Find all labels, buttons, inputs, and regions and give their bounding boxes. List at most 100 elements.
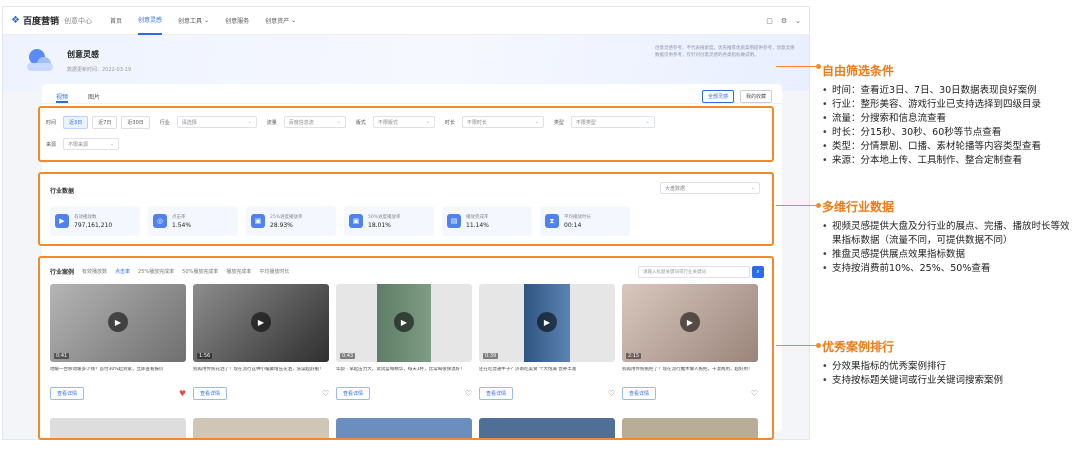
tab-video[interactable]: 视频 [56,92,69,103]
search-icon[interactable]: ⌕ [752,266,764,278]
chevron-down-icon: ⌄ [109,141,115,147]
heart-icon[interactable]: ♡ [465,389,472,398]
nav-inspiration[interactable]: 创意灵感 [138,7,163,35]
video-thumbnail[interactable] [50,418,186,438]
video-thumbnail[interactable]: ▶ 0:43 [336,284,472,362]
video-duration: 0:43 [340,353,356,359]
inspiration-icon [27,45,57,75]
industry-data-title: 行业数据 [50,188,75,195]
all-inspiration-button[interactable]: 全部灵感 [701,90,734,103]
case-caption: 别再用传统拖把了！现在流行魔术懒人拖把，干湿两用，超好用！ [622,367,753,372]
next-row-thumbnails [50,418,758,438]
case-search: 请输入标题关键词或行业关键词 ⌕ [638,266,764,278]
target-icon: ◎ [153,214,167,228]
play-icon[interactable]: ▶ [108,312,128,332]
logo[interactable]: ❖ 百度营销 创意中心 [11,14,92,27]
metric-card: ▣ 50%进度播放率 18.01% [344,206,434,236]
heart-icon[interactable]: ♡ [751,389,758,398]
time-3d-chip[interactable]: 近3日 [63,115,89,129]
sort-25-completion[interactable]: 25%播放完成率 [138,268,174,275]
play-icon[interactable]: ▶ [680,312,700,332]
view-detail-button[interactable]: 查看详情 [193,387,228,400]
sort-valid-plays[interactable]: 有效播放数 [82,268,107,275]
video-duration: 0:41 [54,353,70,359]
sort-avg-duration[interactable]: 平均播放时长 [259,268,289,275]
annotation-item: 支持按标题关键词或行业关键词搜索案例 [822,374,1078,388]
annotation-filters: 自由筛选条件 时间：查看近3日、7日、30日数据表现良好案例 行业：整形美容、游… [822,62,1078,168]
my-favorites-button[interactable]: 我的收藏 [739,90,772,103]
view-detail-button[interactable]: 查看详情 [479,387,514,400]
metric-card: ▶ 有效播放数 797,161,210 [50,206,140,236]
case-card[interactable]: ▶ 0:41 地暖一台移动暖多少钱？首付30%起到家，立即查看报价 查看详情 ♥ [50,284,186,400]
select-value: 大盘数据 [665,185,686,192]
hourglass-icon: ⧗ [545,214,559,228]
video-thumbnail[interactable] [622,418,758,438]
gear-icon[interactable]: ⚙ [781,17,787,25]
heart-icon[interactable]: ♡ [608,389,615,398]
update-date: 数据更新时间：2022-03-19 [67,67,132,73]
video-thumbnail[interactable] [336,418,472,438]
industry-select[interactable]: 请选择 ⌄ [176,116,257,128]
metric-value: 1.54% [172,221,192,229]
style-select[interactable]: 不限版式 ⌄ [372,116,435,128]
case-card[interactable]: ▶ 0:43 年龄 · 早起压力大，试试蓝莓精华，每天1杯，比常喝很保温好！ 查看… [336,284,472,400]
case-card[interactable]: ▶ 0:39 还在吃普通牛子？济南吃美食 个大饱满 营养丰富 查看详情 ♡ [479,284,615,400]
chevron-down-icon: ⌄ [336,119,341,125]
tab-image[interactable]: 图片 [88,92,100,103]
type-label: 类型 [553,119,564,126]
heart-icon[interactable]: ♥ [179,389,186,398]
video-thumbnail[interactable] [479,418,615,438]
chevron-down-icon: ⌄ [204,17,210,24]
video-thumbnail[interactable]: ▶ 0:39 [479,284,615,362]
video-duration: 0:39 [483,353,499,359]
time-7d-chip[interactable]: 近7日 [92,115,118,129]
nav-home[interactable]: 首页 [110,7,122,35]
type-select[interactable]: 不限类型 ⌄ [570,116,655,128]
industry-data-select[interactable]: 大盘数据 ⌄ [660,182,760,194]
play-icon[interactable]: ▶ [394,312,414,332]
video-thumbnail[interactable]: ▶ 1:56 [193,284,329,362]
duration-select[interactable]: 不限时长 ⌄ [461,116,544,128]
nav-tools[interactable]: 创意工具 ⌄ [178,7,209,35]
video-thumbnail[interactable] [193,418,329,438]
time-30d-chip[interactable]: 近30日 [121,115,150,129]
nav-assets[interactable]: 创意资产 ⌄ [265,7,296,35]
case-card[interactable]: ▶ 1:56 别再用传统花洒了！现在流行这种小偏簧增压花洒，洗澡超舒服！ 查看详情… [193,284,329,400]
annotation-item: 时间：查看近3日、7日、30日数据表现良好案例 [822,84,1078,98]
connector-line [776,64,821,69]
view-detail-button[interactable]: 查看详情 [336,387,371,400]
connector-line [776,203,821,208]
metric-card: ◎ 点击率 1.54% [148,206,238,236]
annotation-item: 推盘灵感提供展点效果指标数据 [822,248,1078,262]
industry-label: 行业 [159,119,170,126]
hero-description: 创意灵感参考，不代表搜索度。优先推荐优质案例提供参考，创意灵感数据仅供参考，仅针… [655,46,795,58]
metric-label: 25%进度播放率 [270,214,303,220]
view-switch: 全部灵感 我的收藏 [701,90,772,103]
play-icon[interactable]: ▶ [537,312,557,332]
traffic-select[interactable]: 百度信息流 ⌄ [283,116,346,128]
play-icon: ▶ [55,214,69,228]
heart-icon[interactable]: ♡ [322,389,329,398]
chevron-down-icon[interactable]: ⌄ [795,17,801,25]
video-thumbnail[interactable]: ▶ 0:41 [50,284,186,362]
chevron-down-icon: ⌄ [425,119,430,125]
sort-50-completion[interactable]: 50%播放完成率 [182,268,218,275]
metric-label: 播放完成率 [466,214,489,220]
sort-completion[interactable]: 播放完成率 [226,268,251,275]
nav-label: 创意工具 [178,18,203,25]
baidu-logo-icon: ❖ [11,15,20,26]
video-duration: 1:56 [197,353,213,359]
sort-ctr[interactable]: 点击率 [115,268,130,275]
play-icon[interactable]: ▶ [251,312,271,332]
hero-banner: 创意灵感 数据更新时间：2022-03-19 创意灵感参考，不代表搜索度。优先推… [3,35,809,91]
video-thumbnail[interactable]: ▶ 2:15 [622,284,758,362]
view-detail-button[interactable]: 查看详情 [50,387,85,400]
nav-services[interactable]: 创意服务 [225,7,249,35]
metric-cards: ▶ 有效播放数 797,161,210 ◎ 点击率 1.54% ▣ 25%进度播放率 28.… [50,206,630,236]
window-icon[interactable]: ▢ [766,17,773,25]
source-select[interactable]: 不限来源 ⌄ [63,138,120,150]
case-card[interactable]: ▶ 2:15 别再用传统拖把了！现在流行魔术懒人拖把，干湿两用，超好用！ 查看详情… [622,284,758,400]
annotation-title: 多维行业数据 [822,200,895,214]
view-detail-button[interactable]: 查看详情 [622,387,657,400]
search-input[interactable]: 请输入标题关键词或行业关键词 [638,266,750,278]
